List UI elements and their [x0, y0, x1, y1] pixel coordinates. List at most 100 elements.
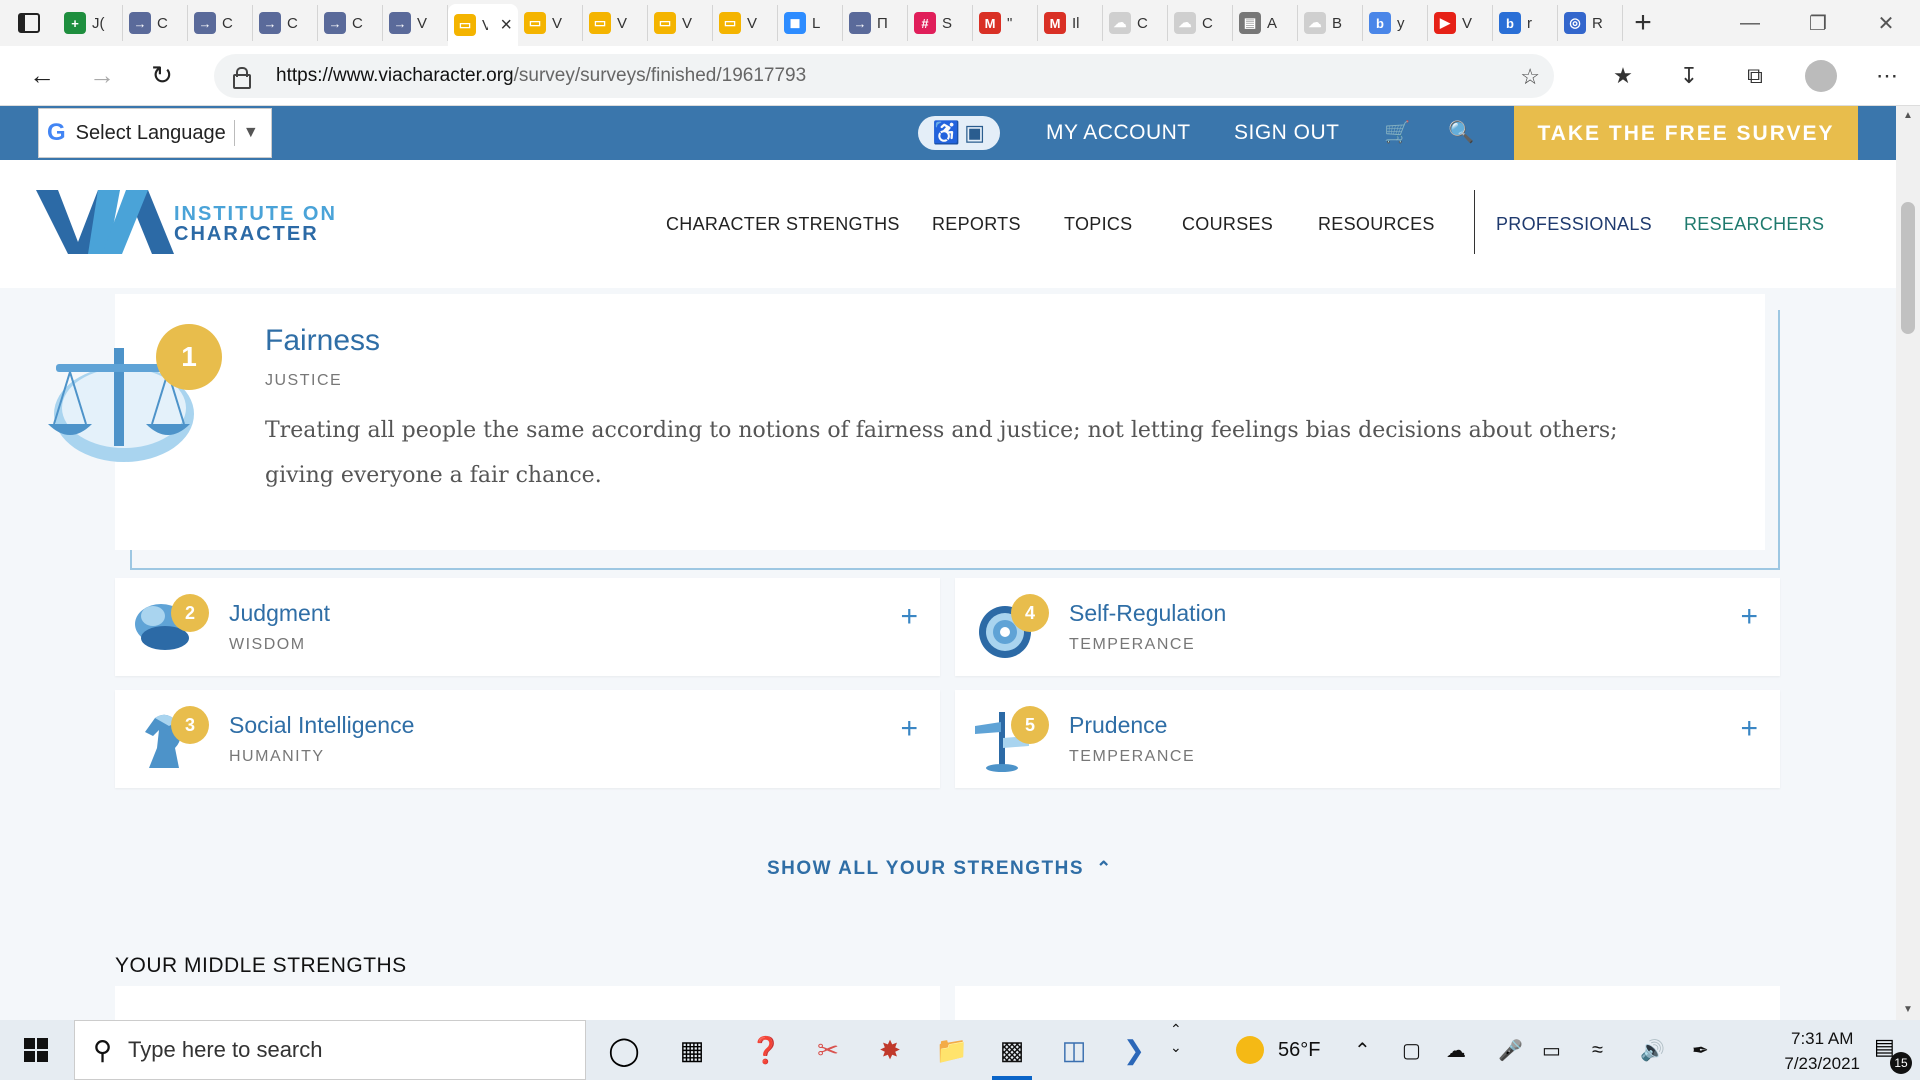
address-bar[interactable]: https://www.viacharacter.org/survey/surv…	[214, 54, 1554, 98]
browser-tab[interactable]: ☁ C	[1168, 5, 1233, 41]
browser-tab[interactable]: → C	[188, 5, 253, 41]
nav-item-character-strengths[interactable]: CHARACTER STRENGTHS	[666, 160, 900, 288]
browser-tab[interactable]: → V	[383, 5, 448, 41]
page-scrollbar[interactable]: ▲ ▼	[1896, 106, 1920, 1020]
scroll-thumb[interactable]	[1901, 202, 1915, 334]
browser-tab[interactable]: ☁ C	[1103, 5, 1168, 41]
notification-count: 15	[1890, 1052, 1912, 1074]
profile-avatar[interactable]	[1805, 60, 1837, 92]
task-view-icon[interactable]: ▦	[672, 1030, 712, 1070]
meet-icon[interactable]: ▢	[1402, 1020, 1421, 1080]
browser-tab[interactable]: ▤ A	[1233, 5, 1298, 41]
tab-actions-menu-button[interactable]	[0, 0, 58, 46]
middle-strength-card[interactable]	[115, 986, 940, 1020]
browser-tab[interactable]: ▭ V	[583, 5, 648, 41]
powershell-icon[interactable]: ❯	[1114, 1030, 1154, 1070]
downloads-icon[interactable]: ↧	[1656, 46, 1722, 106]
browser-tab[interactable]: → C	[123, 5, 188, 41]
expand-icon[interactable]: +	[900, 600, 918, 634]
scroll-down-arrow[interactable]: ▼	[1896, 1000, 1920, 1020]
browser-tab[interactable]: ◼ L	[778, 5, 843, 41]
middle-strength-card[interactable]	[955, 986, 1780, 1020]
nav-item-courses[interactable]: COURSES	[1182, 160, 1273, 288]
favorites-icon[interactable]: ★	[1590, 46, 1656, 106]
browser-tab[interactable]: M Il	[1038, 5, 1103, 41]
browser-tab[interactable]: ▭ V	[648, 5, 713, 41]
volume-icon[interactable]: 🔊	[1640, 1020, 1665, 1080]
cortana-icon[interactable]: ◯	[604, 1030, 644, 1070]
system-clock[interactable]: 7:31 AM 7/23/2021	[1784, 1026, 1860, 1076]
paint-icon[interactable]: ✸	[870, 1030, 910, 1070]
nav-item-reports[interactable]: REPORTS	[932, 160, 1021, 288]
show-hidden-icons[interactable]: ⌃	[1354, 1020, 1371, 1080]
nav-item-resources[interactable]: RESOURCES	[1318, 160, 1435, 288]
show-all-strengths-toggle[interactable]: SHOW ALL YOUR STRENGTHS ⌃	[767, 858, 1113, 880]
more-options-icon[interactable]: ⋯	[1854, 46, 1920, 106]
refresh-button[interactable]: ↻	[132, 46, 192, 106]
browser-tab[interactable]: → C	[318, 5, 383, 41]
taskbar-search[interactable]: ⚲ Type here to search	[74, 1020, 586, 1080]
nav-item-researchers[interactable]: RESEARCHERS	[1684, 160, 1824, 288]
pen-icon[interactable]: ✒	[1692, 1020, 1709, 1080]
browser-tab[interactable]: ◎ R	[1558, 5, 1623, 41]
minimize-button[interactable]: —	[1716, 0, 1784, 46]
close-window-button[interactable]: ✕	[1852, 0, 1920, 46]
onedrive-icon[interactable]: ☁	[1446, 1020, 1466, 1080]
expand-icon[interactable]: +	[1740, 600, 1758, 634]
weather-temp: 56°F	[1278, 1038, 1321, 1061]
language-label: Select Language	[75, 121, 226, 144]
search-icon[interactable]: 🔍	[1448, 106, 1475, 160]
back-button[interactable]: ←	[12, 46, 72, 106]
browser-tab[interactable]: # S	[908, 5, 973, 41]
battery-icon[interactable]: ▭	[1542, 1020, 1561, 1080]
close-tab-icon[interactable]: ×	[500, 14, 512, 37]
browser-tab[interactable]: ▶ V	[1428, 5, 1493, 41]
browser-tab[interactable]: ▭ V ×	[448, 4, 518, 46]
strength-card-social-intelligence[interactable]: 3 Social Intelligence HUMANITY +	[115, 690, 940, 788]
weather-widget[interactable]: 56°F	[1236, 1020, 1320, 1080]
collections-icon[interactable]: ⧉	[1722, 46, 1788, 106]
browser-tab[interactable]: ▭ V	[713, 5, 778, 41]
browser-tab[interactable]: br	[1493, 5, 1558, 41]
cart-icon[interactable]: 🛒	[1384, 106, 1411, 160]
wifi-icon[interactable]: ≈	[1592, 1020, 1603, 1080]
network-app-icon[interactable]: ◫	[1054, 1030, 1094, 1070]
cloud-icon: ☁	[1109, 12, 1131, 34]
nav-item-topics[interactable]: TOPICS	[1064, 160, 1132, 288]
take-survey-button[interactable]: TAKE THE FREE SURVEY	[1514, 106, 1858, 162]
accessibility-button[interactable]: ♿ ▣	[918, 116, 1000, 150]
help-icon[interactable]: ❓	[746, 1030, 786, 1070]
strength-card-prudence[interactable]: 5 Prudence TEMPERANCE +	[955, 690, 1780, 788]
snip-tool-icon[interactable]: ✂	[808, 1030, 848, 1070]
slides-icon: ▭	[719, 12, 741, 34]
restore-button[interactable]: ❐	[1784, 0, 1852, 46]
browser-tab[interactable]: → Π	[843, 5, 908, 41]
strength-name: Self-Regulation	[1069, 600, 1227, 626]
add-favorite-icon[interactable]: ☆	[1520, 64, 1540, 90]
taskbar-scroll-arrows[interactable]: ⌃ ⌄	[1170, 1020, 1182, 1080]
browser-tab[interactable]: ☁ B	[1298, 5, 1363, 41]
expand-icon[interactable]: +	[1740, 712, 1758, 746]
strength-card-self-regulation[interactable]: 4 Self-Regulation TEMPERANCE +	[955, 578, 1780, 676]
browser-tab[interactable]: by	[1363, 5, 1428, 41]
browser-tab[interactable]: ▭ V	[518, 5, 583, 41]
tab-actions-icon	[18, 13, 40, 33]
scroll-up-arrow[interactable]: ▲	[1896, 106, 1920, 126]
nav-item-professionals[interactable]: PROFESSIONALS	[1496, 160, 1652, 288]
notification-center-icon[interactable]: ▤ 15	[1874, 1034, 1912, 1074]
strength-card-judgment[interactable]: 2 Judgment WISDOM +	[115, 578, 940, 676]
file-explorer-icon[interactable]: 📁	[932, 1030, 972, 1070]
my-account-link[interactable]: MY ACCOUNT	[1046, 106, 1191, 160]
sign-out-link[interactable]: SIGN OUT	[1234, 106, 1340, 160]
start-button[interactable]	[0, 1020, 72, 1080]
sheets-icon: +	[64, 12, 86, 34]
microphone-icon[interactable]: 🎤	[1498, 1020, 1523, 1080]
browser-tab[interactable]: → C	[253, 5, 318, 41]
terminal-icon[interactable]: ▩	[992, 1030, 1032, 1070]
browser-tab[interactable]: M "	[973, 5, 1038, 41]
expand-icon[interactable]: +	[900, 712, 918, 746]
new-tab-button[interactable]: +	[1623, 5, 1663, 41]
browser-tab[interactable]: + J(	[58, 5, 123, 41]
forward-button[interactable]: →	[72, 46, 132, 106]
language-select[interactable]: G Select Language ▼	[38, 108, 272, 158]
